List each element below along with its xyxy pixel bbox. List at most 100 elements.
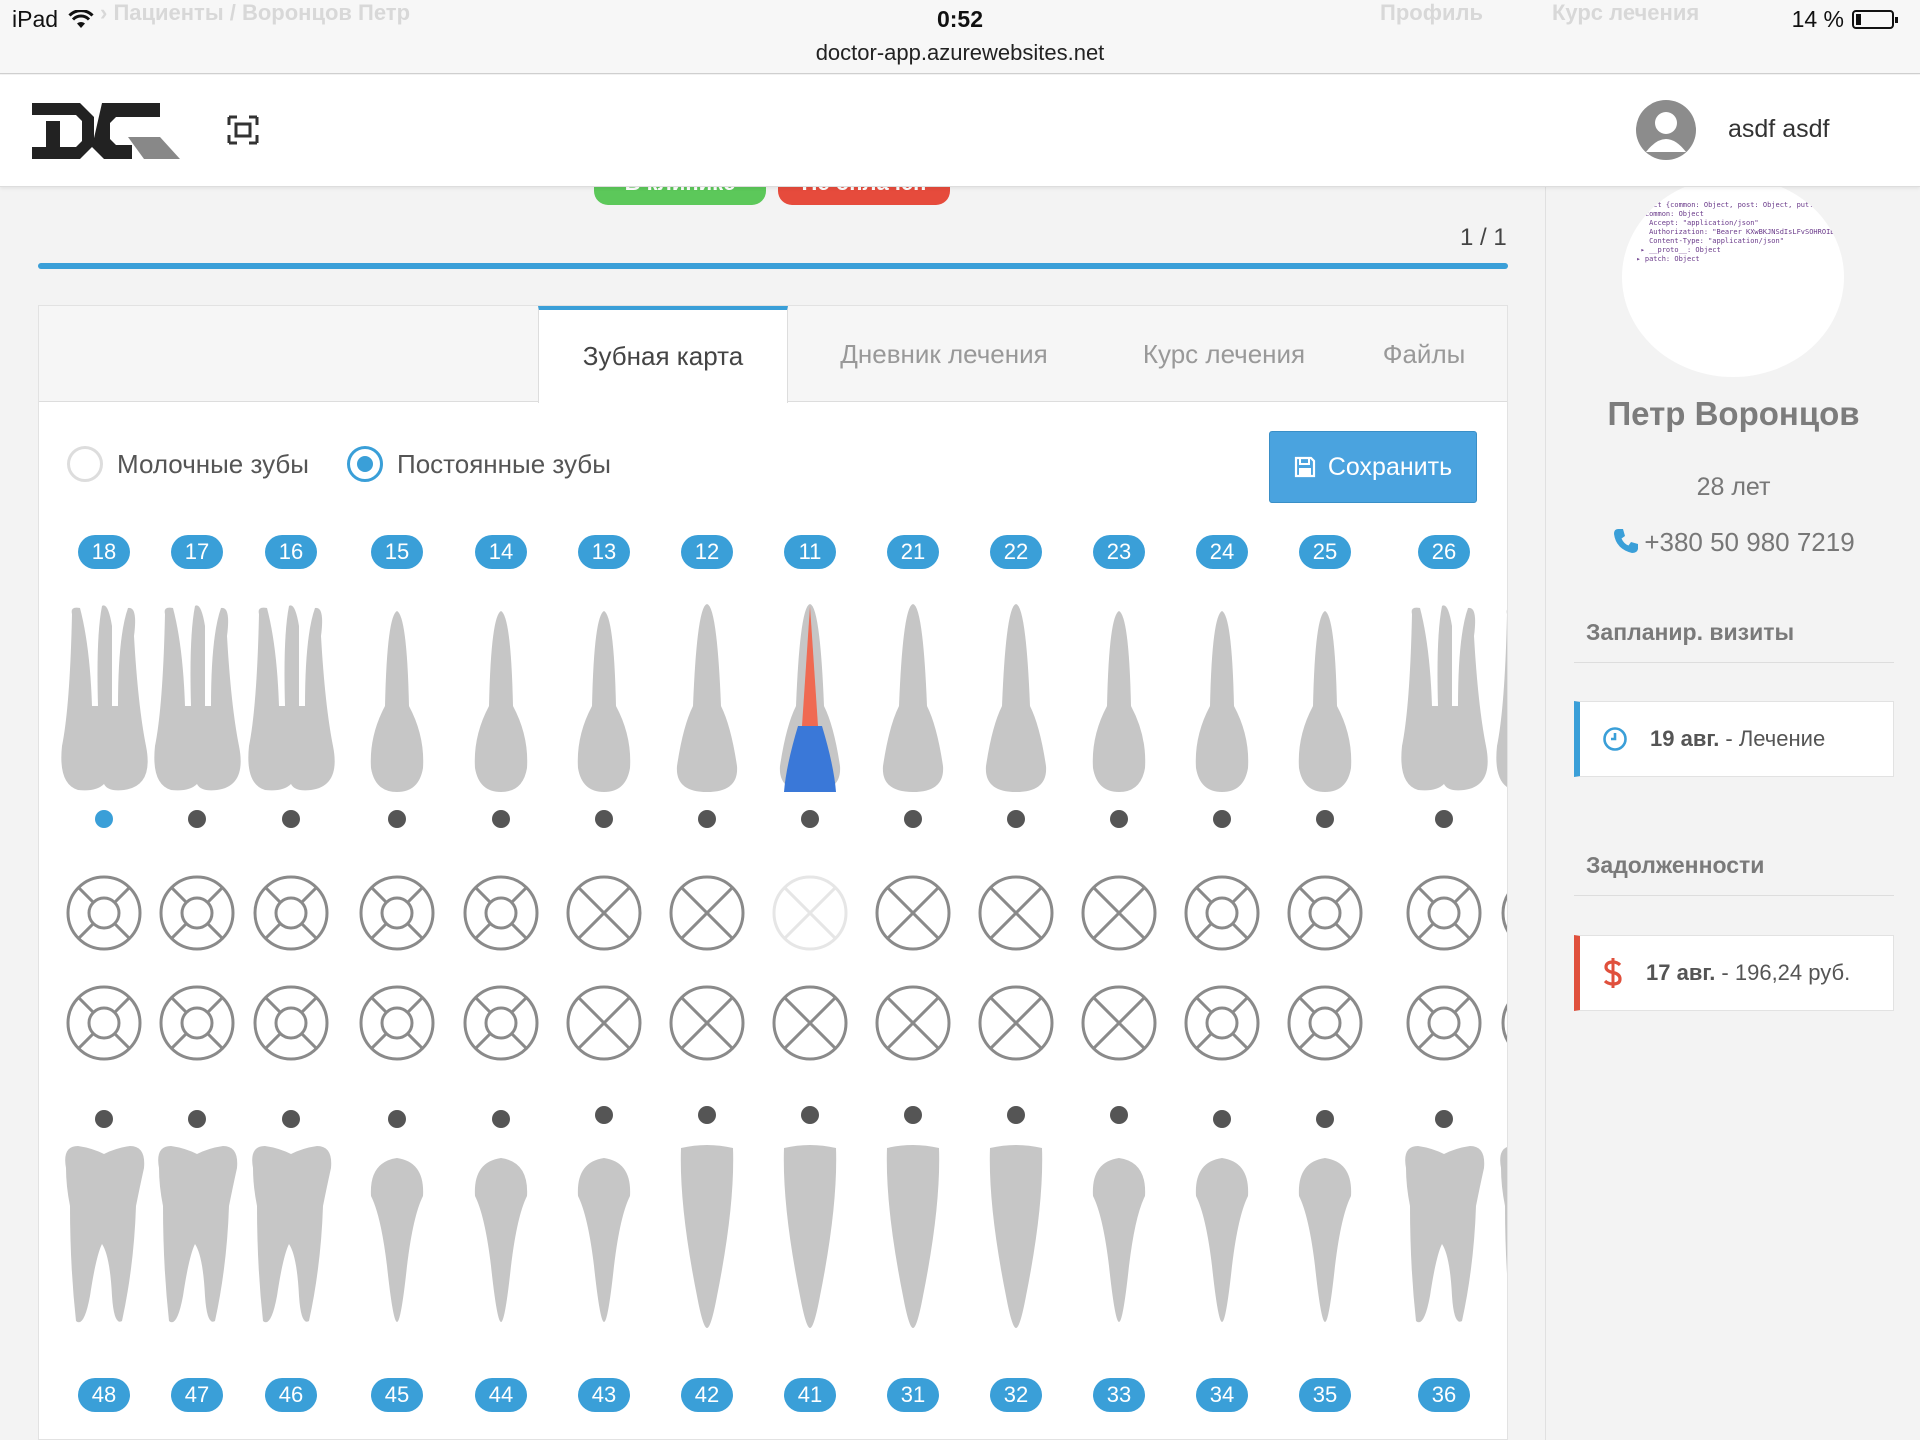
surface-upper-14-center[interactable] — [484, 896, 518, 930]
tooth-number-badge[interactable]: 46 — [265, 1378, 317, 1412]
tooth-dot-22[interactable] — [1007, 810, 1025, 828]
tooth-number-badge[interactable]: 26 — [1418, 535, 1470, 569]
tooth-24[interactable] — [1195, 611, 1249, 792]
patient-phone[interactable]: +380 50 980 7219 — [1546, 527, 1920, 558]
expand-icon[interactable] — [227, 115, 259, 145]
tooth-33[interactable] — [1092, 1158, 1146, 1322]
tooth-dot-46[interactable] — [282, 1110, 300, 1128]
surface-lower-36-center[interactable] — [1427, 1006, 1461, 1040]
tooth-47[interactable] — [158, 1146, 238, 1323]
tooth-dot-24[interactable] — [1213, 810, 1231, 828]
tooth-27[interactable] — [1496, 605, 1508, 790]
tooth-dot-32[interactable] — [1007, 1106, 1025, 1124]
tooth-number-badge[interactable]: 47 — [171, 1378, 223, 1412]
tooth-43[interactable] — [577, 1158, 631, 1322]
tooth-number-badge[interactable]: 23 — [1093, 535, 1145, 569]
tooth-dot-47[interactable] — [188, 1110, 206, 1128]
tooth-35[interactable] — [1298, 1158, 1352, 1322]
tooth-dot-41[interactable] — [801, 1106, 819, 1124]
tooth-25[interactable] — [1298, 611, 1352, 792]
tooth-number-badge[interactable]: 48 — [78, 1378, 130, 1412]
surface-lower-45-center[interactable] — [380, 1006, 414, 1040]
app-logo[interactable] — [32, 95, 182, 165]
tooth-dot-48[interactable] — [95, 1110, 113, 1128]
surface-lower-47-center[interactable] — [180, 1006, 214, 1040]
tooth-number-badge[interactable]: 17 — [171, 535, 223, 569]
tooth-dot-15[interactable] — [388, 810, 406, 828]
tooth-dot-45[interactable] — [388, 1110, 406, 1128]
tooth-number-badge[interactable]: 13 — [578, 535, 630, 569]
tooth-dot-12[interactable] — [698, 810, 716, 828]
planned-visit-card[interactable]: 19 авг. - Лечение — [1574, 701, 1894, 777]
tooth-16[interactable] — [248, 605, 335, 791]
tooth-dot-44[interactable] — [492, 1110, 510, 1128]
tooth-number-badge[interactable]: 44 — [475, 1378, 527, 1412]
surface-upper-25-center[interactable] — [1308, 896, 1342, 930]
surface-lower-35-center[interactable] — [1308, 1006, 1342, 1040]
tooth-44[interactable] — [474, 1158, 528, 1322]
tooth-41[interactable] — [783, 1145, 837, 1328]
tooth-dot-16[interactable] — [282, 810, 300, 828]
tooth-26[interactable] — [1401, 605, 1488, 791]
tooth-dot-17[interactable] — [188, 810, 206, 828]
tooth-number-badge[interactable]: 15 — [371, 535, 423, 569]
tooth-45[interactable] — [370, 1158, 424, 1322]
tooth-number-badge[interactable]: 22 — [990, 535, 1042, 569]
surface-upper-26-center[interactable] — [1427, 896, 1461, 930]
tooth-13[interactable] — [577, 611, 631, 792]
surface-lower-34-center[interactable] — [1205, 1006, 1239, 1040]
tooth-number-badge[interactable]: 21 — [887, 535, 939, 569]
tooth-21[interactable] — [882, 604, 944, 792]
tooth-dot-42[interactable] — [698, 1106, 716, 1124]
tooth-number-badge[interactable]: 16 — [265, 535, 317, 569]
tooth-number-badge[interactable]: 35 — [1299, 1378, 1351, 1412]
tooth-number-badge[interactable]: 43 — [578, 1378, 630, 1412]
tooth-number-badge[interactable]: 24 — [1196, 535, 1248, 569]
debt-card[interactable]: 17 авг. - 196,24 руб. — [1574, 935, 1894, 1011]
patient-photo[interactable]: ▾ Object {common: Object, post: Object, … — [1622, 177, 1844, 377]
tooth-number-badge[interactable]: 25 — [1299, 535, 1351, 569]
surface-upper-17-center[interactable] — [180, 896, 214, 930]
tooth-dot-23[interactable] — [1110, 810, 1128, 828]
tooth-dot-11[interactable] — [801, 810, 819, 828]
tooth-number-badge[interactable]: 33 — [1093, 1378, 1145, 1412]
tooth-number-badge[interactable]: 14 — [475, 535, 527, 569]
surface-upper-15-center[interactable] — [380, 896, 414, 930]
tooth-31[interactable] — [886, 1145, 940, 1328]
tooth-dot-13[interactable] — [595, 810, 613, 828]
tooth-number-badge[interactable]: 12 — [681, 535, 733, 569]
tooth-14[interactable] — [474, 611, 528, 792]
tooth-15[interactable] — [370, 611, 424, 792]
tooth-number-badge[interactable]: 42 — [681, 1378, 733, 1412]
surface-upper-18-center[interactable] — [87, 896, 121, 930]
tooth-dot-14[interactable] — [492, 810, 510, 828]
surface-lower-44-center[interactable] — [484, 1006, 518, 1040]
surface-upper-16-center[interactable] — [274, 896, 308, 930]
tooth-12[interactable] — [676, 604, 738, 792]
tooth-32[interactable] — [989, 1145, 1043, 1328]
surface-lower-46-center[interactable] — [274, 1006, 308, 1040]
tooth-dot-35[interactable] — [1316, 1110, 1334, 1128]
tooth-dot-31[interactable] — [904, 1106, 922, 1124]
tooth-dot-43[interactable] — [595, 1106, 613, 1124]
user-avatar-icon[interactable] — [1636, 100, 1696, 160]
tooth-number-badge[interactable]: 45 — [371, 1378, 423, 1412]
tooth-number-badge[interactable]: 36 — [1418, 1378, 1470, 1412]
tooth-number-badge[interactable]: 32 — [990, 1378, 1042, 1412]
address-bar[interactable]: doctor-app.azurewebsites.net — [0, 40, 1920, 66]
tooth-number-badge[interactable]: 31 — [887, 1378, 939, 1412]
surface-lower-48-center[interactable] — [87, 1006, 121, 1040]
tooth-dot-33[interactable] — [1110, 1106, 1128, 1124]
tooth-number-badge[interactable]: 34 — [1196, 1378, 1248, 1412]
tooth-number-badge[interactable]: 18 — [78, 535, 130, 569]
tooth-36[interactable] — [1405, 1146, 1485, 1323]
tooth-dot-34[interactable] — [1213, 1110, 1231, 1128]
tooth-48[interactable] — [65, 1146, 145, 1323]
tooth-42[interactable] — [680, 1145, 734, 1328]
surface-upper-24-center[interactable] — [1205, 896, 1239, 930]
tooth-dot-18[interactable] — [95, 810, 113, 828]
tooth-number-badge[interactable]: 11 — [784, 535, 836, 569]
tooth-number-badge[interactable]: 41 — [784, 1378, 836, 1412]
tooth-46[interactable] — [252, 1146, 332, 1323]
tooth-dot-25[interactable] — [1316, 810, 1334, 828]
